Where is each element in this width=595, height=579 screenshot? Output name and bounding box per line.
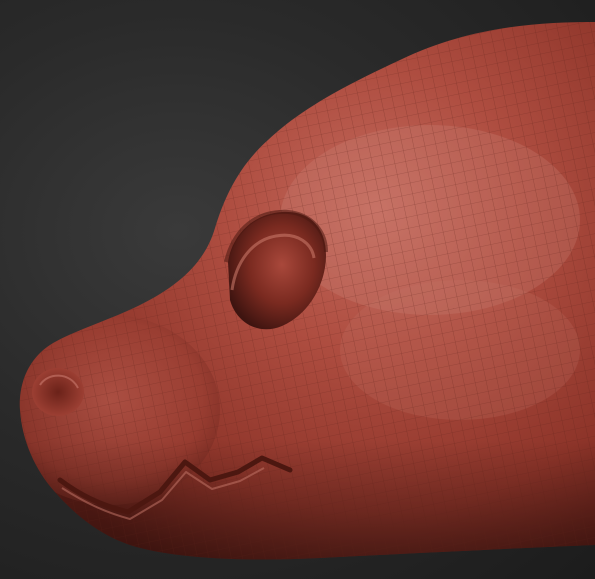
creature-head-mesh[interactable] bbox=[0, 0, 595, 579]
nostril[interactable] bbox=[32, 368, 84, 416]
sculpt-viewport[interactable] bbox=[0, 0, 595, 579]
